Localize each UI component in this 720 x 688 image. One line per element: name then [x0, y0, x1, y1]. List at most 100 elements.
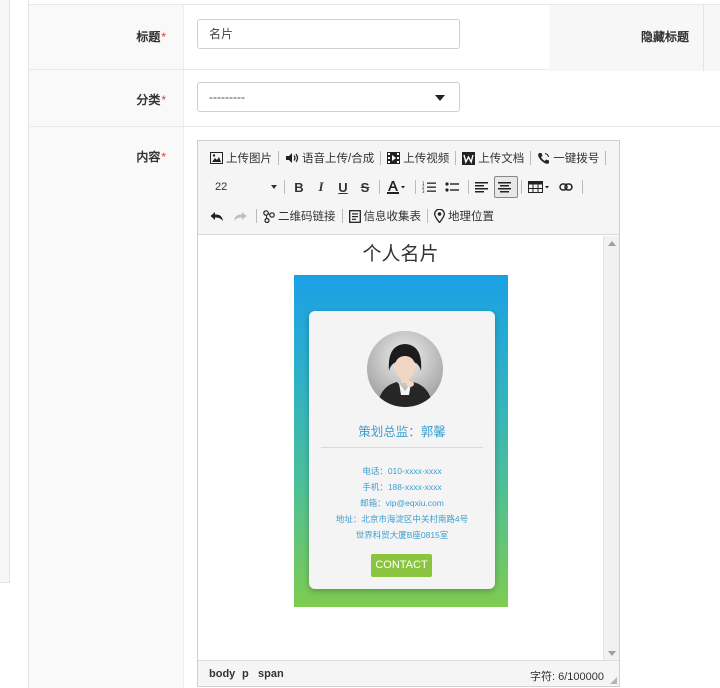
qr-link-label: 二维码链接	[278, 211, 336, 223]
upload-document-button[interactable]: 上传文档	[459, 147, 527, 169]
path-span[interactable]: span	[258, 668, 284, 680]
toolbar-separator	[582, 180, 583, 194]
toolbar-separator	[521, 180, 522, 194]
chevron-down-icon	[435, 95, 445, 101]
upload-image-button[interactable]: 上传图片	[207, 147, 275, 169]
rich-text-editor: 上传图片 语音上传/合成 上传视频 上传文档 一键拨号 22 B I U S 1…	[197, 140, 620, 687]
one-click-dial-label: 一键拨号	[553, 153, 600, 165]
upload-video-button[interactable]: 上传视频	[384, 147, 452, 169]
title-label-cell: 标题*	[29, 5, 184, 69]
underline-button[interactable]: U	[332, 176, 354, 198]
title-label: 标题*	[136, 30, 166, 44]
align-left-button[interactable]	[472, 176, 494, 198]
path-p[interactable]: p	[242, 668, 249, 680]
left-panel-edge	[0, 0, 10, 583]
svg-text:3: 3	[422, 189, 425, 193]
unordered-list-icon	[445, 181, 459, 193]
title-input[interactable]: 名片	[197, 19, 460, 49]
category-select[interactable]: ---------	[197, 82, 460, 112]
map-pin-icon	[434, 209, 445, 223]
font-size-value: 22	[215, 181, 228, 193]
bold-button[interactable]: B	[288, 176, 310, 198]
path-body[interactable]: body	[209, 668, 235, 680]
toolbar-separator	[530, 151, 532, 165]
article-form: 标题* 名片 隐藏标题 分类* --------- 内容* 上传图片 语音上传/…	[28, 0, 720, 688]
card-divider	[321, 447, 483, 448]
undo-icon	[210, 211, 224, 222]
align-left-icon	[475, 181, 488, 193]
editor-content-area[interactable]: 个人名片 策划总监：郭馨 电话：010-xxxx-xxxx 手机：188-xxx…	[198, 236, 603, 660]
bold-icon: B	[294, 179, 304, 195]
voice-upload-button[interactable]: 语音上传/合成	[282, 147, 377, 169]
qr-link-button[interactable]: 二维码链接	[260, 205, 339, 227]
form-icon	[348, 209, 361, 223]
voice-upload-label: 语音上传/合成	[302, 153, 375, 165]
italic-icon: I	[318, 179, 324, 194]
toolbar-separator	[284, 180, 285, 194]
italic-button[interactable]: I	[310, 176, 332, 198]
required-mark: *	[161, 30, 166, 44]
card-phone: 电话：010-xxxx-xxxx	[362, 466, 442, 476]
location-label: 地理位置	[448, 211, 494, 223]
title-row: 标题* 名片 隐藏标题	[29, 4, 720, 71]
resize-handle-icon[interactable]	[610, 677, 617, 684]
editor-toolbar: 上传图片 语音上传/合成 上传视频 上传文档 一键拨号 22 B I U S 1…	[198, 141, 619, 235]
business-card: 策划总监：郭馨 电话：010-xxxx-xxxx 手机：188-xxxx-xxx…	[309, 311, 495, 589]
word-count: 字符: 6/100000	[530, 671, 604, 683]
image-icon	[210, 152, 223, 164]
content-label-cell: 内容*	[29, 127, 184, 688]
font-size-select[interactable]: 22	[207, 176, 281, 198]
align-center-icon	[498, 181, 511, 193]
info-form-button[interactable]: 信息收集表	[346, 205, 425, 227]
document-heading: 个人名片	[362, 243, 439, 265]
unordered-list-button[interactable]	[442, 176, 465, 198]
card-email: 邮箱：vip@eqxiu.com	[360, 498, 444, 508]
required-mark: *	[161, 93, 166, 107]
info-form-label: 信息收集表	[363, 211, 422, 223]
redo-icon	[233, 211, 247, 222]
one-click-dial-button[interactable]: 一键拨号	[534, 147, 602, 169]
table-button[interactable]	[525, 176, 556, 198]
editor-statusbar: body p span 字符: 6/100000	[198, 660, 619, 686]
contact-button: CONTACT	[371, 554, 432, 577]
toolbar-separator	[256, 209, 257, 223]
card-address-line2: 世界科贸大厦B座0815室	[355, 530, 449, 540]
toolbar-separator	[415, 180, 416, 194]
hidden-title-label[interactable]: 隐藏标题	[641, 28, 689, 45]
upload-document-label: 上传文档	[478, 153, 525, 165]
page: 标题* 名片 隐藏标题 分类* --------- 内容* 上传图片 语音上传/…	[0, 0, 720, 688]
link-icon	[559, 182, 573, 192]
ordered-list-button[interactable]: 123	[419, 176, 442, 198]
upload-video-label: 上传视频	[403, 153, 450, 165]
toolbar-separator	[455, 151, 457, 165]
strikethrough-button[interactable]: S	[354, 176, 376, 198]
underline-icon: U	[338, 179, 348, 195]
font-color-button[interactable]	[383, 176, 412, 198]
align-center-button[interactable]	[494, 176, 518, 198]
film-icon	[387, 152, 401, 164]
toolbar-separator	[278, 151, 279, 165]
ordered-list-icon: 123	[422, 181, 436, 193]
location-button[interactable]: 地理位置	[431, 205, 497, 227]
word-document-icon	[462, 151, 476, 165]
card-address-line1: 地址：北京市海淀区中关村南路4号	[335, 514, 469, 524]
toolbar-separator	[427, 209, 428, 223]
hidden-title-cell: 隐藏标题	[549, 5, 720, 71]
content-row: 内容* 上传图片 语音上传/合成 上传视频 上传文档 一键拨号 22 B I U…	[29, 127, 720, 688]
speaker-icon	[285, 152, 299, 164]
divider	[703, 5, 704, 71]
redo-button[interactable]	[230, 205, 253, 227]
table-icon	[528, 181, 550, 193]
editor-scrollbar[interactable]	[603, 236, 619, 660]
share-nodes-icon	[263, 209, 275, 223]
scroll-up-icon[interactable]	[608, 241, 616, 246]
link-button[interactable]	[556, 176, 579, 198]
toolbar-separator	[341, 209, 343, 223]
font-color-icon	[386, 180, 406, 194]
scroll-down-icon[interactable]	[608, 651, 616, 656]
business-card-image: 策划总监：郭馨 电话：010-xxxx-xxxx 手机：188-xxxx-xxx…	[294, 275, 508, 607]
card-role: 策划总监：郭馨	[358, 425, 446, 439]
undo-button[interactable]	[207, 205, 230, 227]
toolbar-separator	[380, 151, 382, 165]
toolbar-separator	[605, 151, 607, 165]
